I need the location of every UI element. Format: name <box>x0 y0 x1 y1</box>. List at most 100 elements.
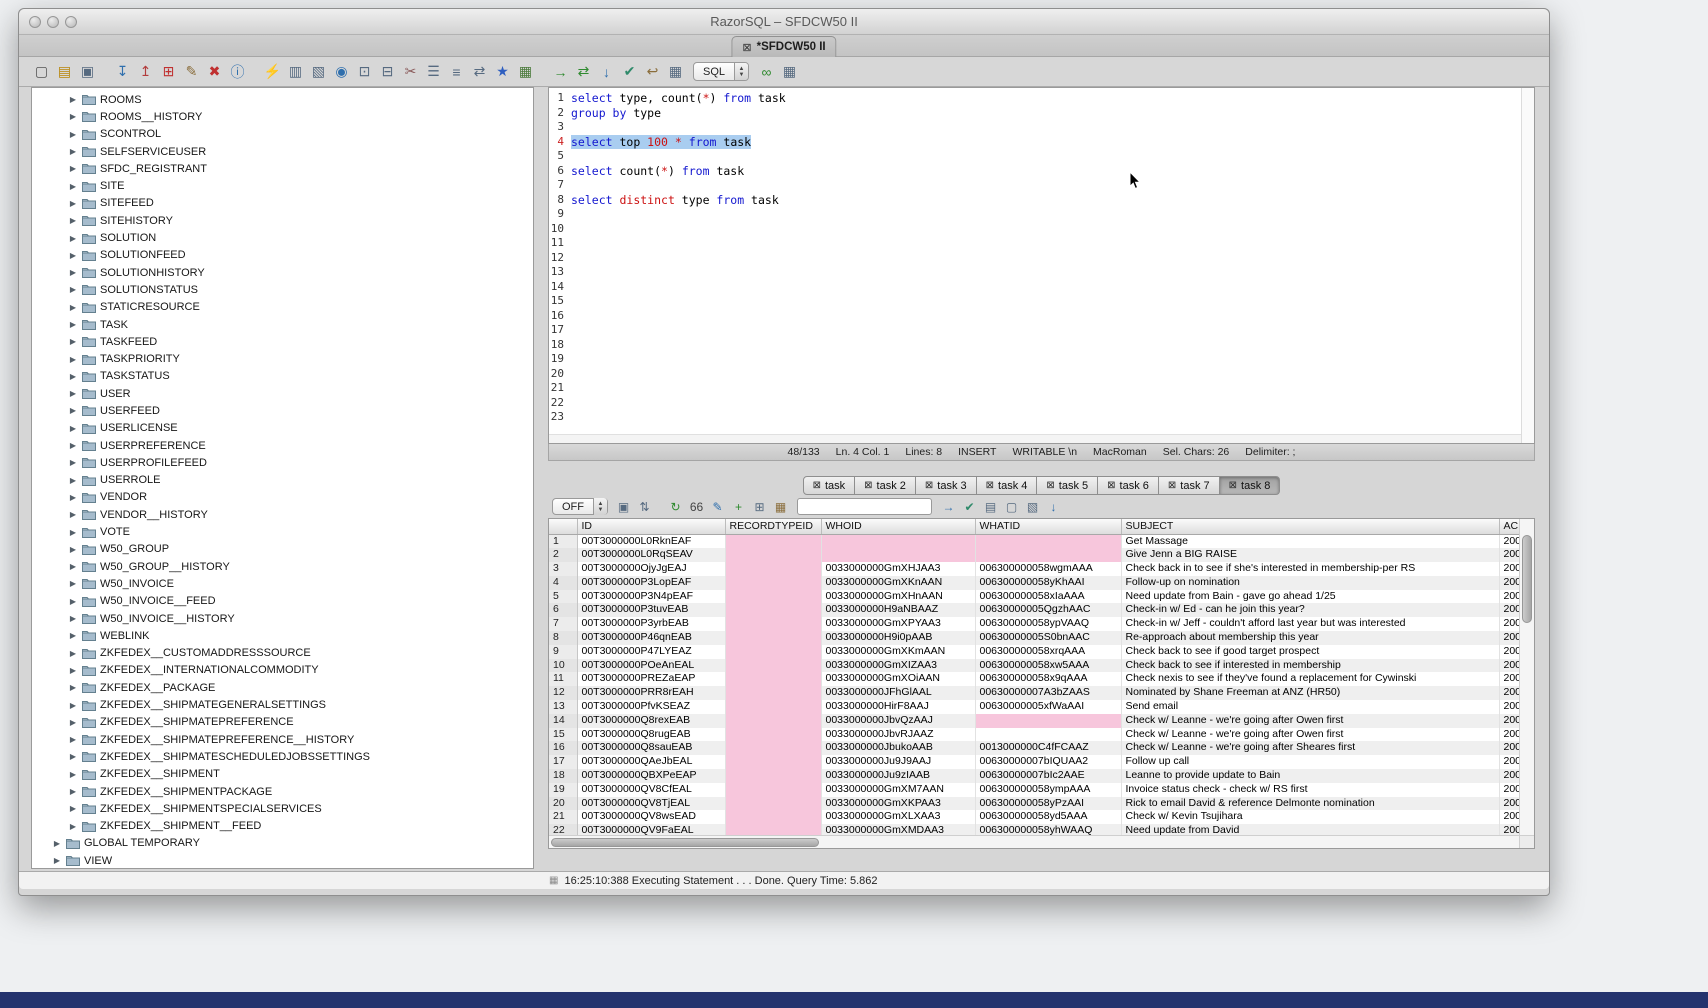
disclosure-triangle-icon[interactable]: ▶ <box>68 770 78 779</box>
cell-subject[interactable]: Get Massage <box>1121 534 1499 548</box>
cell-whatid[interactable]: 006300000058ympAAA <box>975 783 1121 797</box>
tree-item[interactable]: ▶W50_INVOICE <box>32 575 533 592</box>
cell-id[interactable]: 00T3000000QV8wsEAD <box>577 810 725 824</box>
cell-whoid[interactable]: 0033000000JbvQzAAJ <box>821 714 975 728</box>
insert-row-icon[interactable]: + <box>729 497 748 516</box>
cell-whatid[interactable] <box>975 534 1121 548</box>
cell-id[interactable]: 00T3000000QAeJbEAL <box>577 755 725 769</box>
disclosure-triangle-icon[interactable]: ▶ <box>68 510 78 519</box>
cut-icon[interactable]: ✂ <box>400 61 421 82</box>
disclosure-triangle-icon[interactable]: ▶ <box>68 666 78 675</box>
tree-item[interactable]: ▶SITE <box>32 177 533 194</box>
import-data-icon[interactable]: ↧ <box>112 61 133 82</box>
cell-ac[interactable]: 200 <box>1499 783 1519 797</box>
cell-id[interactable]: 00T3000000P47LYEAZ <box>577 645 725 659</box>
disclosure-triangle-icon[interactable]: ▶ <box>68 597 78 606</box>
export-data-icon[interactable]: ↥ <box>135 61 156 82</box>
tree-item[interactable]: ▶USERFEED <box>32 402 533 419</box>
tree-item[interactable]: ▶ZKFEDEX__INTERNATIONALCOMMODITY <box>32 662 533 679</box>
tree-item[interactable]: ▶ZKFEDEX__SHIPMENT__FEED <box>32 817 533 834</box>
tree-item[interactable]: ▶W50_INVOICE__FEED <box>32 593 533 610</box>
disclosure-triangle-icon[interactable]: ▶ <box>68 683 78 692</box>
switch-connection-icon[interactable]: ⇄ <box>573 61 594 82</box>
cell-recordtypeid[interactable] <box>725 728 821 742</box>
disclosure-triangle-icon[interactable]: ▶ <box>68 130 78 139</box>
cell-id[interactable]: 00T3000000P3N4pEAF <box>577 590 725 604</box>
execute-all-icon[interactable]: ▥ <box>285 61 306 82</box>
cell-recordtypeid[interactable] <box>725 810 821 824</box>
cell-whatid[interactable]: 00630000005S0bnAAC <box>975 631 1121 645</box>
cell-whoid[interactable]: 0033000000JbukoAAB <box>821 741 975 755</box>
verify-icon[interactable]: ✔ <box>960 497 979 516</box>
paste-icon[interactable]: ⊟ <box>377 61 398 82</box>
disclosure-triangle-icon[interactable]: ▶ <box>68 406 78 415</box>
edit-table-data-icon[interactable]: ▦ <box>771 497 790 516</box>
cell-ac[interactable]: 200 <box>1499 659 1519 673</box>
tree-item[interactable]: ▶ZKFEDEX__SHIPMATEGENERALSETTINGS <box>32 696 533 713</box>
tree-item[interactable]: ▶USERROLE <box>32 472 533 489</box>
cell-id[interactable]: 00T3000000PfvKSEAZ <box>577 700 725 714</box>
tree-item[interactable]: ▶ZKFEDEX__SHIPMATEPREFERENCE <box>32 714 533 731</box>
column-header-whatid[interactable]: WHATID <box>975 519 1121 534</box>
cell-whatid[interactable]: 00630000007bIc2AAE <box>975 769 1121 783</box>
cell-ac[interactable]: 200 <box>1499 645 1519 659</box>
drop-table-icon[interactable]: ✖ <box>204 61 225 82</box>
copy-icon[interactable]: ⊡ <box>354 61 375 82</box>
cell-id[interactable]: 00T3000000QV8TjEAL <box>577 797 725 811</box>
cell-ac[interactable]: 200 <box>1499 631 1519 645</box>
disclosure-triangle-icon[interactable]: ▶ <box>68 631 78 640</box>
open-file-icon[interactable]: ▤ <box>54 61 75 82</box>
cell-whoid[interactable]: 0033000000Ju9zIAAB <box>821 769 975 783</box>
results-tab-task-7[interactable]: ⊠task 7 <box>1158 476 1220 495</box>
cell-id[interactable]: 00T3000000PRR8rEAH <box>577 686 725 700</box>
disclosure-triangle-icon[interactable]: ▶ <box>68 424 78 433</box>
cell-recordtypeid[interactable] <box>725 741 821 755</box>
execute-sql-icon[interactable]: ⚡ <box>262 61 283 82</box>
table-grid-icon[interactable]: ▦ <box>515 61 536 82</box>
cell-whoid[interactable] <box>821 534 975 548</box>
tree-item[interactable]: ▶SOLUTIONSTATUS <box>32 281 533 298</box>
disclosure-triangle-icon[interactable]: ▶ <box>68 337 78 346</box>
tab-close-icon[interactable]: ⊠ <box>1107 480 1115 491</box>
tree-item[interactable]: ▶USERLICENSE <box>32 420 533 437</box>
tree-item[interactable]: ▶ROOMS__HISTORY <box>32 108 533 125</box>
cell-whoid[interactable]: 0033000000GmXIZAA3 <box>821 659 975 673</box>
cell-subject[interactable]: Check nexis to see if they've found a re… <box>1121 672 1499 686</box>
cell-whoid[interactable] <box>821 548 975 562</box>
cell-id[interactable]: 00T3000000P3yrbEAB <box>577 617 725 631</box>
results-tab-task[interactable]: ⊠task <box>803 476 856 495</box>
tree-item[interactable]: ▶SOLUTIONFEED <box>32 247 533 264</box>
cell-whatid[interactable]: 0013000000C4fFCAAZ <box>975 741 1121 755</box>
results-tab-task-3[interactable]: ⊠task 3 <box>915 476 977 495</box>
cell-whoid[interactable]: 0033000000H9i0pAAB <box>821 631 975 645</box>
sort-results-icon[interactable]: ⇅ <box>635 497 654 516</box>
cell-recordtypeid[interactable] <box>725 824 821 835</box>
cell-subject[interactable]: Send email <box>1121 700 1499 714</box>
column-header-recordtypeid[interactable]: RECORDTYPEID <box>725 519 821 534</box>
disclosure-triangle-icon[interactable]: ▶ <box>68 735 78 744</box>
disclosure-triangle-icon[interactable]: ▶ <box>68 268 78 277</box>
cell-ac[interactable]: 200 <box>1499 824 1519 835</box>
tree-item[interactable]: ▶STATICRESOURCE <box>32 299 533 316</box>
calendar-icon[interactable]: ▦ <box>665 61 686 82</box>
cell-subject[interactable]: Check back to see if good target prospec… <box>1121 645 1499 659</box>
cell-subject[interactable]: Need update from Bain - gave go ahead 1/… <box>1121 590 1499 604</box>
editor-horizontal-scrollbar[interactable] <box>549 434 1521 443</box>
tab-close-icon[interactable]: ⊠ <box>1168 480 1176 491</box>
cell-recordtypeid[interactable] <box>725 645 821 659</box>
cell-id[interactable]: 00T3000000OjyJgEAJ <box>577 562 725 576</box>
editor-code[interactable]: select type, count(*) from taskgroup by … <box>567 88 1521 443</box>
cell-whatid[interactable]: 006300000058yhWAAQ <box>975 824 1121 835</box>
cell-whatid[interactable]: 006300000058xrqAAA <box>975 645 1121 659</box>
cell-whatid[interactable]: 006300000058wgmAAA <box>975 562 1121 576</box>
tab-close-icon[interactable]: ⊠ <box>925 480 933 491</box>
cell-id[interactable]: 00T3000000QV8CfEAL <box>577 783 725 797</box>
tree-item[interactable]: ▶SOLUTIONHISTORY <box>32 264 533 281</box>
tree-item[interactable]: ▶SELFSERVICEUSER <box>32 143 533 160</box>
disclosure-triangle-icon[interactable]: ▶ <box>68 303 78 312</box>
cell-whatid[interactable]: 006300000058yPzAAI <box>975 797 1121 811</box>
cell-ac[interactable]: 200 <box>1499 810 1519 824</box>
results-vertical-scrollbar[interactable] <box>1519 519 1534 835</box>
duplicate-row-icon[interactable]: ⊞ <box>750 497 769 516</box>
cell-id[interactable]: 00T3000000POeAnEAL <box>577 659 725 673</box>
